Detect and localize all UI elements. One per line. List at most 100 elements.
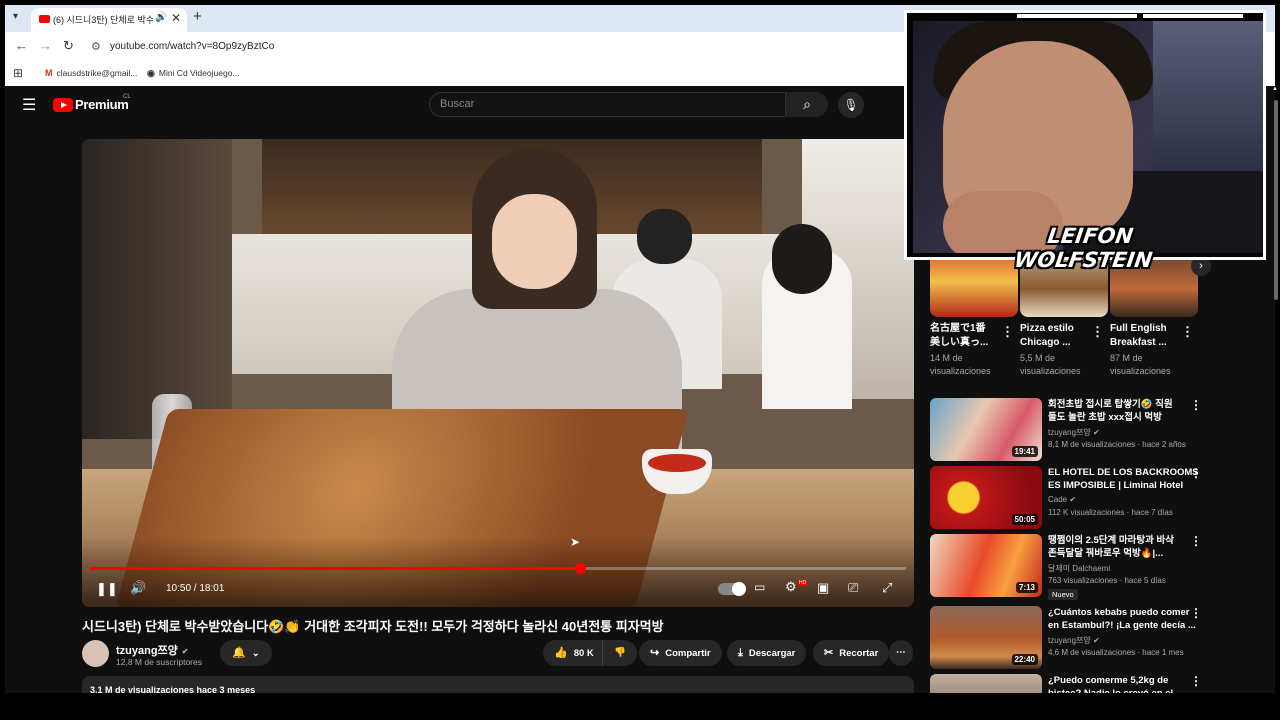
back-icon[interactable]: ← bbox=[15, 38, 28, 53]
rec-title[interactable]: EL HOTEL DE LOS BACKROOMS ES IMPOSIBLE |… bbox=[1048, 466, 1198, 493]
video-thumbnail[interactable]: 50:05 bbox=[930, 466, 1042, 529]
apps-grid-icon[interactable]: ⊞ bbox=[13, 66, 23, 80]
webcam-overlay bbox=[904, 10, 1266, 260]
mouse-cursor-icon: ➤ bbox=[570, 535, 581, 549]
volume-icon[interactable]: 🔊 bbox=[130, 580, 146, 596]
short-views: 5,5 M de visualizaciones bbox=[1020, 353, 1081, 376]
recommendation-item[interactable]: 22:40 ¿Cuántos kebabs puedo comer en Est… bbox=[930, 606, 1270, 669]
rec-menu-icon[interactable]: ⋮ bbox=[1190, 398, 1202, 412]
cast-icon[interactable]: ⎚ bbox=[848, 580, 858, 596]
page-scrollbar[interactable] bbox=[1274, 100, 1278, 300]
youtube-favicon-icon bbox=[39, 15, 50, 23]
more-actions-button[interactable]: ⋯ bbox=[889, 640, 913, 666]
youtube-logo-icon[interactable] bbox=[53, 98, 73, 112]
fullscreen-icon[interactable]: ⤢ bbox=[882, 580, 892, 596]
short-menu-icon[interactable]: ⋮ bbox=[1001, 324, 1014, 340]
rec-channel[interactable]: tzuyang쯔양 ✔ bbox=[1048, 427, 1100, 438]
thumbs-up-icon: 👍 bbox=[554, 647, 568, 659]
rec-meta: 763 visualizaciones · hace 5 días bbox=[1048, 576, 1166, 585]
duration-badge: 7:13 bbox=[1015, 582, 1038, 593]
description-box[interactable]: 3,1 M de visualizaciones hace 3 meses bbox=[82, 676, 914, 693]
forward-icon[interactable]: → bbox=[39, 38, 52, 53]
settings-gear-icon[interactable]: ⚙ bbox=[785, 579, 797, 595]
rec-channel[interactable]: Cade ✔ bbox=[1048, 495, 1076, 504]
channel-avatar[interactable] bbox=[82, 640, 109, 667]
reload-icon[interactable]: ↻ bbox=[63, 38, 74, 54]
site-icon: ◉ bbox=[147, 68, 155, 78]
short-menu-icon[interactable]: ⋮ bbox=[1091, 324, 1104, 340]
thumbs-down-icon: 👎 bbox=[614, 647, 626, 658]
close-tab-icon[interactable]: ✕ bbox=[171, 11, 181, 25]
recommendation-item[interactable]: ¿Puedo comerme 5,2kg de bistec? Nadie lo… bbox=[930, 674, 1270, 693]
miniplayer-icon[interactable]: ▣ bbox=[817, 580, 829, 596]
rec-title[interactable]: ¿Cuántos kebabs puedo comer en Estambul?… bbox=[1048, 606, 1198, 633]
bell-icon: 🔔 bbox=[232, 647, 246, 659]
download-button[interactable]: ⤓ Descargar bbox=[727, 640, 807, 666]
video-thumbnail[interactable]: 22:40 bbox=[930, 606, 1042, 669]
new-tab-icon[interactable]: + bbox=[193, 8, 202, 25]
recommendation-item[interactable]: 7:13 땡쩜이의 2.5단계 마라탕과 바삭 존득달달 꿔바로우 먹방🔥|..… bbox=[930, 534, 1270, 600]
verified-icon: ✔ bbox=[1092, 428, 1100, 437]
search-input[interactable]: Buscar bbox=[429, 92, 786, 117]
download-icon: ⤓ bbox=[738, 647, 743, 659]
scrubber-handle[interactable] bbox=[574, 563, 586, 574]
progress-bar[interactable] bbox=[90, 563, 906, 574]
scissors-icon: ✂ bbox=[824, 647, 834, 659]
new-badge: Nuevo bbox=[1048, 589, 1078, 600]
video-thumbnail[interactable]: 7:13 bbox=[930, 534, 1042, 597]
pause-icon[interactable]: ❚❚ bbox=[96, 581, 118, 597]
bookmark-gmail[interactable]: Mclausdstrike@gmail... bbox=[45, 68, 137, 78]
video-thumbnail[interactable] bbox=[930, 674, 1042, 693]
rec-meta: 112 K visualizaciones · hace 7 días bbox=[1048, 508, 1173, 517]
dislike-button[interactable]: 👎 bbox=[602, 640, 637, 666]
short-menu-icon[interactable]: ⋮ bbox=[1181, 324, 1194, 340]
recommendation-item[interactable]: 50:05 EL HOTEL DE LOS BACKROOMS ES IMPOS… bbox=[930, 466, 1270, 529]
rec-channel[interactable]: tzuyang쯔양 ✔ bbox=[1048, 635, 1100, 646]
address-bar[interactable]: youtube.com/watch?v=8Op9zyBztCo bbox=[110, 41, 274, 52]
subtitles-icon[interactable]: ▭ bbox=[754, 580, 765, 594]
scroll-up-icon[interactable]: ▲ bbox=[1272, 86, 1278, 92]
search-icon[interactable]: ⌕ bbox=[786, 92, 828, 117]
video-player[interactable]: ❚❚ 🔊 10:50 / 18:01 ▭ ⚙ HD ▣ ⎚ ⤢ ➤ bbox=[82, 139, 914, 607]
rec-menu-icon[interactable]: ⋮ bbox=[1190, 534, 1202, 548]
microphone-icon[interactable]: 🎙 bbox=[838, 92, 864, 118]
tab-title: (6) 시드니3탄) 단체로 박수 bbox=[53, 15, 153, 25]
logo-text[interactable]: Premium bbox=[75, 97, 129, 112]
country-code: CL bbox=[123, 94, 131, 100]
clip-button[interactable]: ✂ Recortar bbox=[813, 640, 890, 666]
rec-meta: 4,6 M de visualizaciones · hace 1 mes bbox=[1048, 648, 1184, 657]
short-title[interactable]: Pizza estilo Chicago ... bbox=[1020, 322, 1088, 350]
site-info-icon[interactable]: ⚙ bbox=[91, 40, 101, 53]
webcam-feed bbox=[913, 21, 1263, 253]
frame-decoration bbox=[1017, 14, 1137, 18]
menu-icon[interactable]: ☰ bbox=[22, 95, 36, 115]
rec-title[interactable]: ¿Puedo comerme 5,2kg de bistec? Nadie lo… bbox=[1048, 674, 1198, 693]
more-icon: ⋯ bbox=[896, 647, 906, 658]
frame-decoration bbox=[1143, 14, 1243, 18]
audio-playing-icon[interactable]: 🔊 bbox=[155, 12, 167, 23]
notifications-button[interactable]: 🔔 ⌄ bbox=[220, 640, 272, 666]
verified-icon: ✔ bbox=[181, 647, 189, 656]
recommendation-item[interactable]: 19:41 회전초밥 접시로 탑쌓기🤣 직원 들도 놀란 초밥 xxx접시 먹방… bbox=[930, 398, 1270, 461]
rec-menu-icon[interactable]: ⋮ bbox=[1190, 466, 1202, 480]
duration-badge: 19:41 bbox=[1011, 446, 1038, 457]
hd-badge: HD bbox=[798, 580, 808, 586]
short-title[interactable]: 名古屋で1番 美しい真っ... bbox=[930, 322, 998, 350]
browser-tab[interactable]: (6) 시드니3탄) 단체로 박수 🔊 ✕ bbox=[31, 8, 187, 32]
share-icon: ↪ bbox=[650, 647, 660, 659]
rec-menu-icon[interactable]: ⋮ bbox=[1190, 674, 1202, 688]
rec-title[interactable]: 땡쩜이의 2.5단계 마라탕과 바삭 존득달달 꿔바로우 먹방🔥|... bbox=[1048, 534, 1198, 561]
rec-title[interactable]: 회전초밥 접시로 탑쌓기🤣 직원 들도 놀란 초밥 xxx접시 먹방 bbox=[1048, 398, 1198, 425]
autoplay-toggle[interactable] bbox=[718, 582, 746, 596]
share-button[interactable]: ↪ Compartir bbox=[639, 640, 722, 666]
like-button[interactable]: 👍 80 K bbox=[543, 640, 605, 666]
video-thumbnail[interactable]: 19:41 bbox=[930, 398, 1042, 461]
verified-icon: ✔ bbox=[1092, 636, 1100, 645]
rec-channel[interactable]: 달제미 Dalchaemi bbox=[1048, 563, 1110, 574]
short-title[interactable]: Full English Breakfast ... bbox=[1110, 322, 1178, 350]
bookmark-minicd[interactable]: ◉ Mini Cd Videojuego... bbox=[147, 68, 240, 79]
tab-search-icon[interactable]: ▾ bbox=[13, 11, 18, 22]
rec-menu-icon[interactable]: ⋮ bbox=[1190, 606, 1202, 620]
channel-name[interactable]: tzuyang쯔양 ✔ bbox=[116, 642, 189, 658]
description-meta: 3,1 M de visualizaciones hace 3 meses bbox=[90, 685, 256, 693]
